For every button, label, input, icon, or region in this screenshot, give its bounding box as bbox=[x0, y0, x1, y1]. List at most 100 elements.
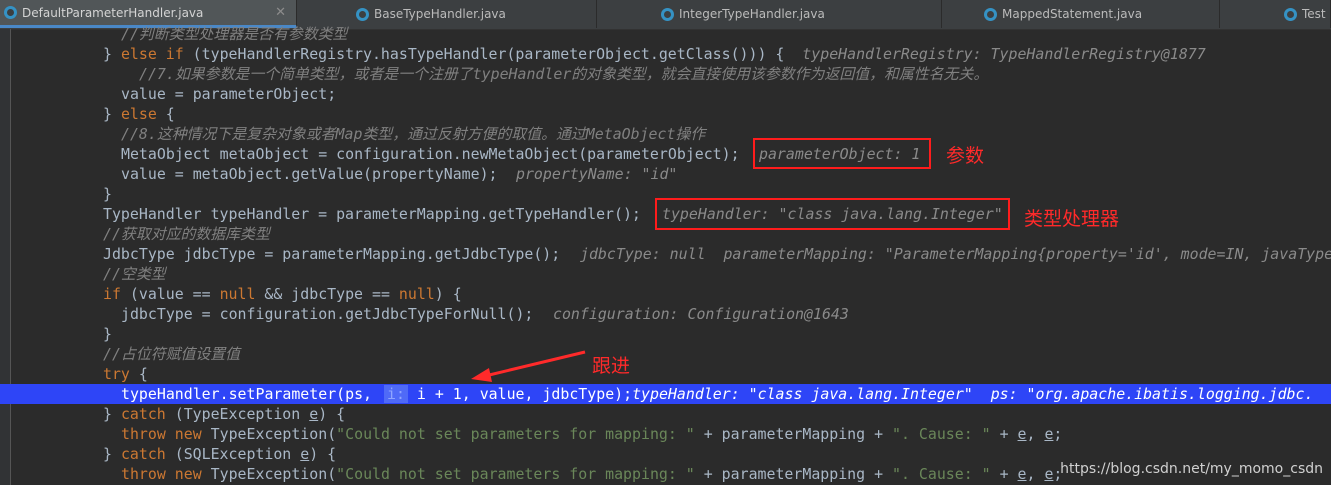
code-text: { bbox=[156, 105, 175, 123]
code-text: + bbox=[990, 465, 1018, 483]
code-text: } bbox=[103, 45, 121, 63]
code-line: typeHandler.setParameter(ps, i: i + 1, va… bbox=[121, 384, 1313, 404]
code-text: , bbox=[1026, 425, 1045, 443]
code-text: typeHandler.setParameter(ps, bbox=[121, 385, 373, 403]
code-line: throw new TypeException("Could not set p… bbox=[121, 424, 1062, 444]
comment: //占位符赋值设置值 bbox=[103, 345, 241, 363]
code-line: //空类型 bbox=[103, 264, 166, 284]
close-icon[interactable]: ✕ bbox=[275, 5, 286, 20]
class-icon bbox=[1284, 7, 1297, 21]
code-line: } bbox=[103, 184, 112, 204]
code-line: } else { bbox=[103, 104, 175, 124]
highlight-box-parameter bbox=[753, 138, 931, 169]
comment: //获取对应的数据库类型 bbox=[103, 225, 270, 243]
debug-hint: configuration: Configuration@1643 bbox=[553, 305, 849, 323]
string-literal: ". Cause: " bbox=[892, 425, 991, 443]
code-line: } else if (typeHandlerRegistry.hasTypeHa… bbox=[103, 44, 1206, 64]
code-text: } bbox=[103, 405, 121, 423]
keyword: throw new bbox=[121, 425, 202, 443]
annotation-parameter: 参数 bbox=[946, 145, 985, 167]
keyword: try bbox=[103, 365, 130, 383]
tab-integer-type-handler[interactable]: IntegerTypeHandler.java bbox=[657, 0, 942, 28]
arrow-icon bbox=[471, 350, 586, 382]
keyword: throw new bbox=[121, 465, 202, 483]
code-text: , bbox=[1026, 465, 1045, 483]
code-text: ) { bbox=[434, 285, 462, 303]
code-text: ) { bbox=[309, 445, 337, 463]
code-text: e bbox=[1017, 465, 1027, 483]
code-line: if (value == null && jdbcType == null) { bbox=[103, 284, 462, 304]
parameter-hint: i: bbox=[384, 385, 408, 403]
code-text: + parameterMapping + bbox=[694, 425, 893, 443]
code-text: (typeHandlerRegistry.hasTypeHandler(para… bbox=[183, 45, 803, 63]
code-line: //占位符赋值设置值 bbox=[103, 344, 240, 364]
code-text: i + 1, value, jdbcType); bbox=[407, 385, 633, 403]
code-line: //8.这种情况下是复杂对象或者Map类型，通过反射方便的取值。通过MetaOb… bbox=[121, 124, 705, 144]
tab-label: IntegerTypeHandler.java bbox=[679, 7, 825, 21]
keyword: catch bbox=[120, 445, 166, 463]
class-icon bbox=[356, 7, 369, 21]
tab-label: MappedStatement.java bbox=[1002, 7, 1143, 21]
code-line: //7.如果参数是一个简单类型，或者是一个注册了typeHandler的对象类型… bbox=[139, 64, 988, 84]
code-line: JdbcType jdbcType = parameterMapping.get… bbox=[103, 244, 560, 264]
code-text: MetaObject metaObject = configuration.ne… bbox=[121, 145, 740, 163]
code-line: } catch (SQLException e) { bbox=[103, 444, 336, 464]
highlight-box-typehandler bbox=[655, 198, 1010, 230]
code-text: + parameterMapping + bbox=[694, 465, 893, 483]
code-text: JdbcType jdbcType = parameterMapping.get… bbox=[103, 245, 561, 263]
code-text: } bbox=[103, 105, 121, 123]
code-text: (TypeException bbox=[165, 405, 310, 423]
tab-mapped-statement[interactable]: MappedStatement.java bbox=[980, 0, 1220, 28]
code-text: TypeHandler typeHandler = parameterMappi… bbox=[103, 205, 641, 223]
keyword: null bbox=[219, 285, 256, 303]
tab-label: BaseTypeHandler.java bbox=[374, 7, 506, 21]
debug-hint: propertyName: "id" bbox=[516, 165, 678, 183]
code-line: } catch (TypeException e) { bbox=[103, 404, 345, 424]
editor-gutter bbox=[0, 29, 11, 485]
code-text: && jdbcType == bbox=[255, 285, 399, 303]
keyword: if bbox=[103, 285, 121, 303]
code-text: e bbox=[1017, 425, 1027, 443]
class-icon bbox=[4, 6, 17, 19]
watermark: https://blog.csdn.net/my_momo_csdn bbox=[1060, 461, 1323, 477]
code-line: try { bbox=[103, 364, 148, 384]
code-text: } bbox=[103, 445, 121, 463]
debug-hint: typeHandlerRegistry: TypeHandlerRegistry… bbox=[802, 45, 1206, 63]
annotation-typehandler: 类型处理器 bbox=[1024, 208, 1120, 230]
code-text: jdbcType = configuration.getJdbcTypeForN… bbox=[121, 305, 534, 323]
code-text: e bbox=[300, 445, 310, 463]
code-line: jdbcType = configuration.getJdbcTypeForN… bbox=[121, 304, 533, 324]
code-text: e bbox=[309, 405, 319, 423]
code-line: MetaObject metaObject = configuration.ne… bbox=[121, 144, 740, 164]
code-text: } bbox=[103, 325, 112, 343]
tab-base-type-handler[interactable]: BaseTypeHandler.java bbox=[352, 0, 597, 28]
code-text: + bbox=[990, 425, 1018, 443]
comment: //空类型 bbox=[103, 265, 166, 283]
class-icon bbox=[984, 7, 997, 21]
code-text: ; bbox=[1053, 425, 1063, 443]
comment: //判断类型处理器是否有参数类型 bbox=[121, 25, 348, 43]
code-text: TypeException( bbox=[201, 465, 337, 483]
code-text: (SQLException bbox=[165, 445, 301, 463]
keyword: else bbox=[120, 105, 157, 123]
code-text: } bbox=[103, 185, 112, 203]
string-literal: "Could not set parameters for mapping: " bbox=[336, 465, 695, 483]
comment: //8.这种情况下是复杂对象或者Map类型，通过反射方便的取值。通过MetaOb… bbox=[121, 125, 706, 143]
tab-test[interactable]: Test bbox=[1280, 0, 1331, 28]
tab-label: Test bbox=[1302, 7, 1326, 21]
comment: //7.如果参数是一个简单类型，或者是一个注册了typeHandler的对象类型… bbox=[139, 65, 989, 83]
tab-label: DefaultParameterHandler.java bbox=[22, 5, 204, 20]
code-text: TypeException( bbox=[201, 425, 337, 443]
code-text: ) { bbox=[318, 405, 346, 423]
code-line: value = metaObject.getValue(propertyName… bbox=[121, 164, 498, 184]
code-line: TypeHandler typeHandler = parameterMappi… bbox=[103, 204, 641, 224]
debug-hint: jdbcType: null parameterMapping: "Parame… bbox=[580, 245, 1331, 263]
keyword: else if bbox=[120, 45, 184, 63]
code-text: value = parameterObject; bbox=[121, 85, 337, 103]
class-icon bbox=[661, 7, 674, 21]
keyword: null bbox=[398, 285, 435, 303]
code-line: value = parameterObject; bbox=[121, 84, 336, 104]
keyword: catch bbox=[120, 405, 166, 423]
code-line: } bbox=[103, 324, 112, 344]
string-literal: "Could not set parameters for mapping: " bbox=[336, 425, 695, 443]
